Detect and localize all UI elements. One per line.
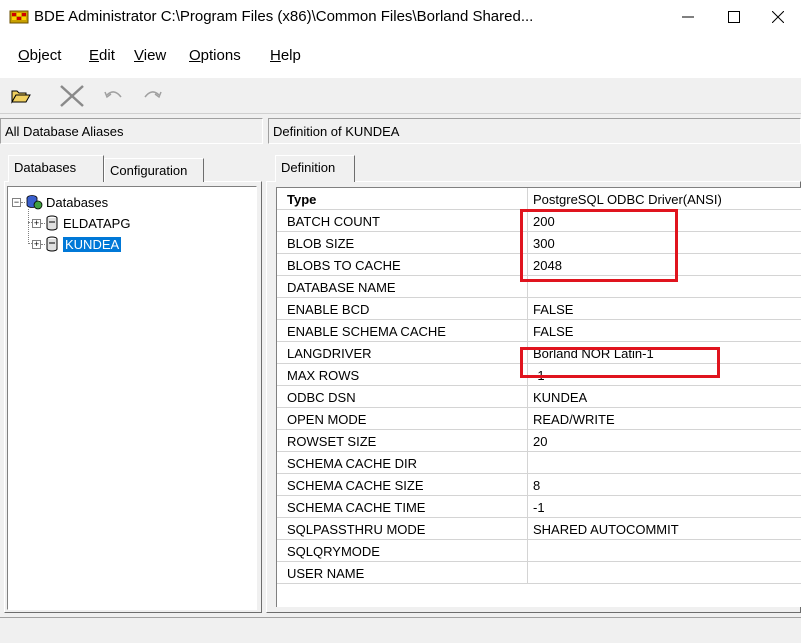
column-separator [527,320,528,342]
expand-icon[interactable]: + [32,218,41,228]
toolbar [0,78,801,114]
left-pane-header: All Database Aliases [0,118,263,144]
grid-value-cell[interactable]: SHARED AUTOCOMMIT [533,522,798,537]
databases-icon [26,195,43,210]
column-separator [527,408,528,430]
grid-name-cell: ODBC DSN [287,390,356,405]
minimize-icon [682,16,694,18]
tree-node-eldatapg[interactable]: + ELDATAPG [32,213,130,233]
close-button[interactable] [755,0,801,34]
grid-value-cell[interactable]: FALSE [533,324,798,339]
column-separator [527,386,528,408]
grid-name-cell: BLOBS TO CACHE [287,258,401,273]
grid-name-cell: Type [287,192,317,207]
menu-edit[interactable]: Edit [89,47,115,64]
tree-label: Databases [46,194,109,210]
grid-name-cell: BLOB SIZE [287,236,355,251]
right-pane-header: Definition of KUNDEA [268,118,801,144]
database-tree[interactable]: − Databases + ELDATAPG + KUNDEA [7,186,257,610]
grid-row[interactable]: USER NAME [277,562,801,584]
column-separator [527,188,528,210]
grid-name-cell: DATABASE NAME [287,280,396,295]
menu-object[interactable]: Object [18,47,61,64]
menu-help[interactable]: Help [270,47,301,64]
grid-row[interactable]: ENABLE BCD FALSE [277,298,801,320]
column-separator [527,452,528,474]
column-separator [527,430,528,452]
annotation-box [520,209,678,282]
undo-icon [104,91,122,99]
tree-connector [28,209,29,244]
grid-row[interactable]: SCHEMA CACHE TIME -1 [277,496,801,518]
grid-row[interactable]: SCHEMA CACHE SIZE 8 [277,474,801,496]
undo-button[interactable] [102,84,126,108]
grid-value-cell[interactable]: 20 [533,434,798,449]
tab-definition[interactable]: Definition [275,155,355,182]
grid-name-cell: SCHEMA CACHE DIR [287,456,418,471]
menu-view[interactable]: View [134,47,166,64]
open-folder-icon [11,90,31,104]
collapse-icon[interactable]: − [12,197,21,207]
delete-button[interactable] [55,84,89,108]
close-icon [772,11,784,23]
grid-name-cell: SQLPASSTHRU MODE [287,522,426,537]
expand-icon[interactable]: + [32,239,41,249]
column-separator [527,540,528,562]
window-title: BDE Administrator C:\Program Files (x86)… [34,8,534,25]
annotation-box [520,347,720,378]
tree-node-kundea[interactable]: + KUNDEA [32,234,122,254]
grid-value-cell[interactable]: PostgreSQL ODBC Driver(ANSI) [533,192,798,207]
grid-name-cell: ENABLE SCHEMA CACHE [287,324,446,339]
grid-value-cell[interactable]: KUNDEA [533,390,798,405]
tab-configuration[interactable]: Configuration [104,158,204,182]
grid-name-cell: LANGDRIVER [287,346,372,361]
grid-row[interactable]: ENABLE SCHEMA CACHE FALSE [277,320,801,342]
grid-header-row: Type PostgreSQL ODBC Driver(ANSI) [277,188,801,210]
tree-label: KUNDEA [63,236,122,252]
redo-icon [144,91,162,99]
column-separator [527,474,528,496]
maximize-icon [728,11,740,23]
delete-icon [60,85,84,107]
title-bar: BDE Administrator C:\Program Files (x86)… [0,0,801,34]
status-bar [0,617,801,643]
grid-name-cell: SCHEMA CACHE SIZE [287,478,424,493]
grid-value-cell[interactable]: FALSE [533,302,798,317]
grid-name-cell: OPEN MODE [287,412,367,427]
grid-value-cell[interactable]: -1 [533,500,798,515]
database-alias-icon [46,236,58,252]
grid-name-cell: USER NAME [287,566,365,581]
grid-name-cell: MAX ROWS [287,368,360,383]
tree-node-databases[interactable]: − Databases [12,192,108,212]
grid-name-cell: ENABLE BCD [287,302,370,317]
grid-name-cell: SCHEMA CACHE TIME [287,500,426,515]
menu-options[interactable]: Options [189,47,241,64]
database-alias-icon [46,215,58,231]
minimize-button[interactable] [665,0,711,34]
grid-name-cell: BATCH COUNT [287,214,380,229]
grid-row[interactable]: ROWSET SIZE 20 [277,430,801,452]
column-separator [527,562,528,584]
grid-row[interactable]: SQLPASSTHRU MODE SHARED AUTOCOMMIT [277,518,801,540]
grid-row[interactable]: SQLQRYMODE [277,540,801,562]
open-button[interactable] [8,84,34,108]
grid-row[interactable]: SCHEMA CACHE DIR [277,452,801,474]
grid-value-cell[interactable]: READ/WRITE [533,412,798,427]
grid-name-cell: SQLQRYMODE [287,544,380,559]
bde-admin-icon[interactable] [9,8,29,25]
maximize-button[interactable] [711,0,757,34]
redo-button[interactable] [140,84,164,108]
grid-row[interactable]: ODBC DSN KUNDEA [277,386,801,408]
grid-row[interactable]: OPEN MODE READ/WRITE [277,408,801,430]
column-separator [527,518,528,540]
grid-value-cell[interactable]: 8 [533,478,798,493]
tree-label: ELDATAPG [63,215,131,231]
grid-name-cell: ROWSET SIZE [287,434,377,449]
column-separator [527,298,528,320]
tab-databases[interactable]: Databases [8,155,104,182]
column-separator [527,496,528,518]
menu-bar: Object Edit View Options Help [0,34,801,78]
